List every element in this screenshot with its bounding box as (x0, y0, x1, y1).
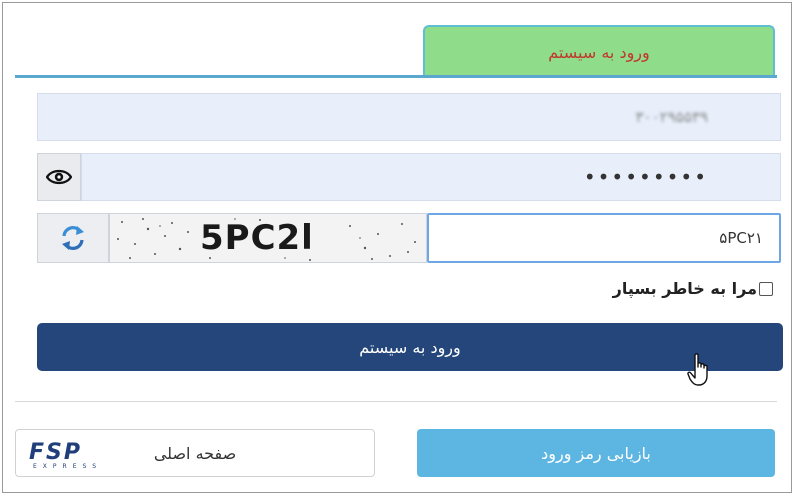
recover-password-button[interactable]: بازیابی رمز ورود (417, 429, 775, 477)
username-value: ۳۰۰۲۹۵۵۳۹ (635, 108, 708, 126)
captcha-input-value: ۵PC۲۱ (719, 229, 763, 247)
logo-letters: FSP (29, 440, 82, 465)
fsp-express-logo: FSP EXPRESS (29, 440, 109, 471)
hand-pointer-icon (687, 353, 708, 386)
show-password-button[interactable] (37, 153, 81, 201)
remember-me-checkbox[interactable] (759, 281, 773, 296)
tab-login-label: ورود به سیستم (548, 42, 650, 62)
eye-icon (46, 169, 72, 185)
divider (15, 401, 777, 402)
password-input[interactable]: ••••••••• (81, 153, 781, 201)
login-panel: ورود به سیستم ۳۰۰۲۹۵۵۳۹ ••••••••• 5PC2l … (2, 2, 792, 493)
home-button-label: صفحه اصلی (153, 443, 237, 463)
password-value: ••••••••• (583, 165, 708, 189)
remember-me-label: مرا به خاطر بسپار (612, 279, 757, 298)
captcha-text: 5PC2l (200, 218, 314, 258)
tab-login[interactable]: ورود به سیستم (423, 25, 775, 77)
tab-underline (15, 75, 777, 78)
login-button[interactable]: ورود به سیستم (37, 323, 783, 371)
username-input[interactable]: ۳۰۰۲۹۵۵۳۹ (37, 93, 781, 141)
login-button-label: ورود به سیستم (359, 337, 461, 357)
captcha-input[interactable]: ۵PC۲۱ (427, 213, 781, 263)
logo-subtitle: EXPRESS (33, 463, 103, 470)
recover-password-label: بازیابی رمز ورود (541, 443, 651, 463)
captcha-image: 5PC2l (109, 213, 427, 263)
refresh-icon (62, 226, 84, 250)
refresh-captcha-button[interactable] (37, 213, 109, 263)
remember-me[interactable]: مرا به خاطر بسپار (613, 279, 773, 298)
